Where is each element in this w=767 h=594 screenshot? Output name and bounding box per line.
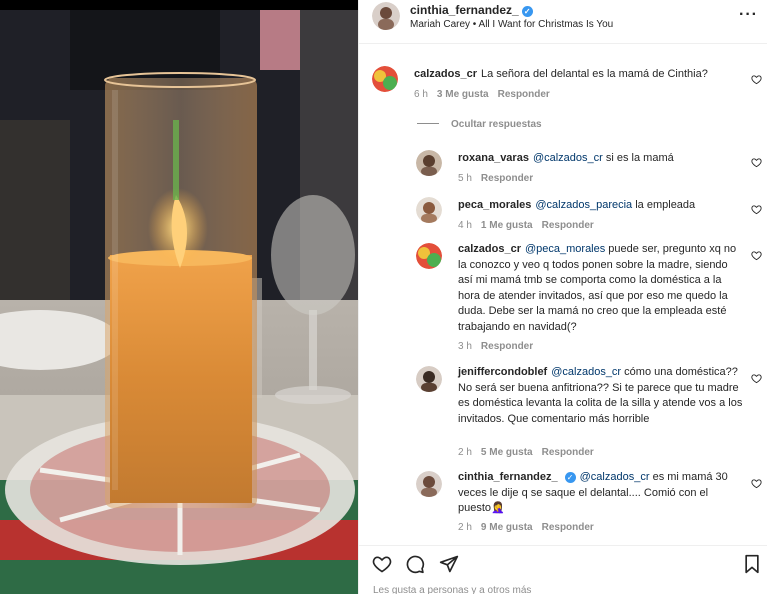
reply-body: la empleada [632, 199, 696, 211]
author-username[interactable]: cinthia_fernandez_ [410, 3, 519, 17]
reply-username[interactable]: cinthia_fernandez_ [458, 471, 558, 483]
like-heart-icon[interactable] [751, 373, 762, 384]
like-heart-icon[interactable] [751, 157, 762, 168]
reply-text: jeniffercondoblef @calzados_cr cómo una d… [458, 365, 743, 427]
reply-mention[interactable]: @calzados_cr [533, 152, 603, 164]
audio-track[interactable]: Mariah Carey • All I Want for Christmas … [410, 19, 613, 30]
reply-time: 2 h [458, 522, 472, 533]
hide-replies-label: Ocultar respuestas [451, 119, 542, 130]
comment-likes[interactable]: 3 Me gusta [437, 89, 489, 100]
reply-meta: 4 h 1 Me gusta Responder [458, 220, 603, 231]
reply-username[interactable]: jeniffercondoblef [458, 366, 547, 378]
reply-text: roxana_varas @calzados_cr si es la mamá [458, 151, 738, 167]
hide-replies-toggle[interactable]: Ocultar respuestas [417, 119, 542, 130]
reply-meta: 5 h Responder [458, 173, 542, 184]
reply-button[interactable]: Responder [542, 220, 594, 231]
reply-mention[interactable]: @calzados_cr [551, 366, 621, 378]
commenter-avatar[interactable] [416, 197, 442, 223]
reply-time: 3 h [458, 341, 472, 352]
commenter-avatar[interactable] [416, 243, 442, 269]
commenter-avatar[interactable] [372, 66, 398, 92]
reply-time: 2 h [458, 447, 472, 458]
more-options-button[interactable]: ··· [739, 6, 758, 24]
reply-body: si es la mamá [602, 152, 674, 164]
comment-username[interactable]: calzados_cr [414, 68, 477, 80]
reply-mention[interactable]: @peca_morales [525, 243, 605, 255]
reply-meta: 2 h 5 Me gusta Responder [458, 447, 603, 458]
like-heart-icon[interactable] [751, 250, 762, 261]
reply-username[interactable]: peca_morales [458, 199, 531, 211]
likes-summary[interactable]: Les gusta a personas y a otros más [373, 585, 531, 594]
reply-likes[interactable]: 1 Me gusta [481, 220, 533, 231]
like-heart-icon[interactable] [751, 74, 762, 85]
reply-username[interactable]: roxana_varas [458, 152, 529, 164]
reply-time: 4 h [458, 220, 472, 231]
comment-bubble-icon[interactable] [405, 554, 425, 574]
like-heart-icon[interactable] [751, 478, 762, 489]
comments-panel: cinthia_fernandez_ ✓ Mariah Carey • All I… [358, 0, 767, 594]
author-username-row: cinthia_fernandez_ ✓ [410, 3, 533, 17]
candle-photo [0, 0, 358, 594]
verified-badge-icon: ✓ [521, 6, 533, 17]
reply-text: peca_morales @calzados_parecia la emplead… [458, 198, 738, 214]
reply-meta: 3 h Responder [458, 341, 542, 352]
commenter-avatar[interactable] [416, 471, 442, 497]
share-paper-plane-icon[interactable] [439, 554, 459, 574]
like-heart-icon[interactable] [372, 554, 392, 574]
verified-badge-icon: ✓ [564, 472, 576, 483]
comment-text: calzados_cr La señora del delantal es la … [414, 67, 734, 83]
comment-time: 6 h [414, 89, 428, 100]
reply-likes[interactable]: 9 Me gusta [481, 522, 533, 533]
comment-body: La señora del delantal es la mamá de Cin… [480, 68, 708, 80]
reply-likes[interactable]: 5 Me gusta [481, 447, 533, 458]
post-actions-bar [359, 545, 767, 581]
divider-line [417, 123, 439, 124]
author-avatar[interactable] [372, 2, 400, 30]
reply-meta: 2 h 9 Me gusta Responder [458, 522, 603, 533]
comment-meta: 6 h 3 Me gusta Responder [414, 89, 559, 100]
reply-body: puede ser, pregunto xq no la conozco y v… [458, 243, 737, 333]
commenter-avatar[interactable] [416, 150, 442, 176]
reply-text: cinthia_fernandez_ ✓ @calzados_cr es mi ma… [458, 470, 743, 517]
reply-button[interactable]: Responder [481, 173, 533, 184]
reply-button[interactable]: Responder [542, 522, 594, 533]
commenter-avatar[interactable] [416, 366, 442, 392]
reply-mention[interactable]: @calzados_parecia [535, 199, 632, 211]
reply-mention[interactable]: @calzados_cr [580, 471, 650, 483]
reply-button[interactable]: Responder [498, 89, 550, 100]
reply-text: calzados_cr @peca_morales puede ser, preg… [458, 242, 743, 335]
reply-username[interactable]: calzados_cr [458, 243, 521, 255]
reply-time: 5 h [458, 173, 472, 184]
reply-button[interactable]: Responder [481, 341, 533, 352]
like-heart-icon[interactable] [751, 204, 762, 215]
post-image[interactable] [0, 0, 358, 594]
post-header: cinthia_fernandez_ ✓ Mariah Carey • All I… [359, 0, 767, 44]
reply-button[interactable]: Responder [542, 447, 594, 458]
save-bookmark-icon[interactable] [742, 554, 762, 574]
